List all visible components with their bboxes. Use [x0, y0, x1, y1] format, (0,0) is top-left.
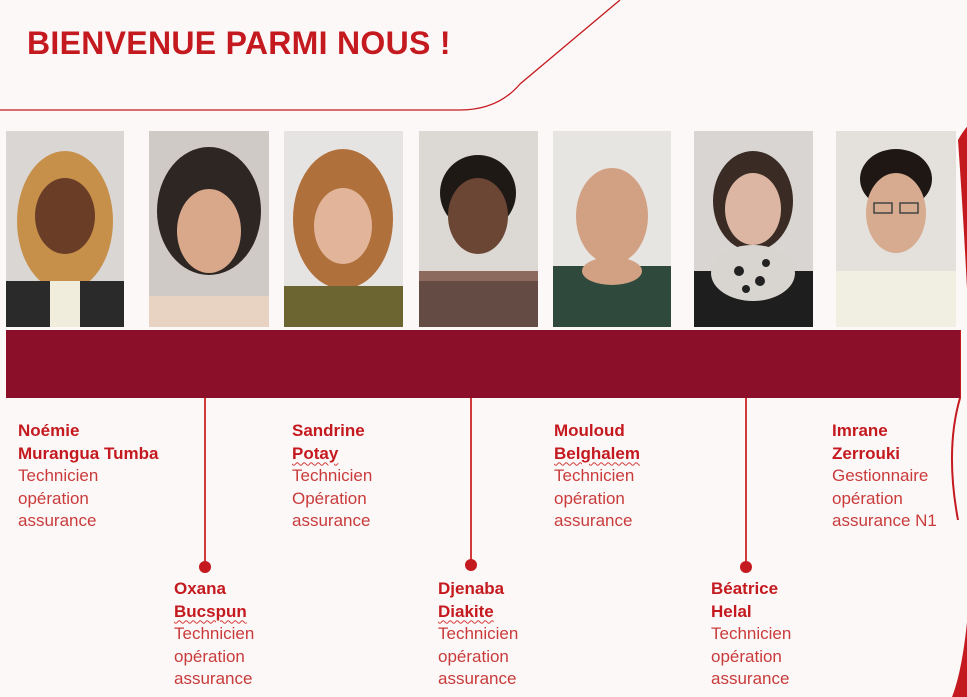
photo-oxana — [149, 131, 269, 327]
person-role: assurance — [292, 511, 371, 530]
person-role: opération — [438, 646, 509, 666]
person-last-name: Bucspun — [174, 601, 247, 621]
person-role: opération — [554, 488, 625, 508]
person-last-name: Zerrouki — [832, 443, 901, 463]
person-card: Oxana Bucspun Technicien opération assur… — [174, 578, 254, 691]
person-role: Opération — [292, 488, 367, 508]
person-role: Gestionnaire — [832, 466, 929, 485]
person-first-name: Djenaba — [438, 579, 505, 598]
photo-noemie — [6, 131, 124, 327]
person-first-name: Oxana — [174, 579, 226, 598]
person-card: Imrane Zerrouki Gestionnaire opération a… — [832, 420, 937, 533]
person-role: Technicien — [292, 466, 373, 485]
page-title: BIENVENUE PARMI NOUS ! — [27, 25, 451, 61]
person-card: Sandrine Potay Technicien Opération assu… — [292, 420, 372, 533]
person-last-name: Potay — [292, 443, 339, 463]
person-role: assurance N1 — [832, 511, 937, 530]
photo-sandrine — [284, 131, 403, 327]
person-role: Technicien — [174, 624, 255, 643]
person-last-name: Belghalem — [554, 443, 640, 463]
person-last-name: Diakite — [438, 601, 494, 621]
person-last-name: Helal — [711, 601, 752, 621]
person-first-name: Béatrice — [711, 579, 779, 598]
person-role: assurance — [174, 669, 253, 688]
person-role: opération — [711, 646, 782, 666]
timeline-dot — [199, 561, 211, 573]
photo-djenaba — [419, 131, 538, 327]
timeline-connector — [745, 398, 747, 565]
person-role: opération — [18, 488, 89, 508]
person-card: Mouloud Belghalem Technicien opération a… — [554, 420, 640, 533]
person-role: opération — [832, 488, 903, 508]
person-first-name: Noémie — [18, 421, 80, 440]
person-first-name: Mouloud — [554, 421, 625, 440]
person-card: Béatrice Helal Technicien opération assu… — [711, 578, 791, 691]
photo-mouloud — [553, 131, 671, 327]
person-role: opération — [174, 646, 245, 666]
person-card: Noémie Murangua Tumba Technicien opérati… — [18, 420, 158, 533]
person-role: assurance — [18, 511, 97, 530]
person-role: Technicien — [554, 466, 635, 485]
person-role: assurance — [438, 669, 517, 688]
person-role: Technicien — [711, 624, 792, 643]
person-last-name: Murangua Tumba — [18, 443, 159, 463]
photo-beatrice — [694, 131, 813, 327]
timeline-dot — [740, 561, 752, 573]
timeline-dot — [465, 559, 477, 571]
person-role: Technicien — [18, 466, 99, 485]
timeline-band — [6, 330, 960, 398]
photo-imrane — [836, 131, 956, 327]
person-first-name: Sandrine — [292, 421, 365, 440]
person-role: assurance — [554, 511, 633, 530]
person-role: assurance — [711, 669, 790, 688]
person-first-name: Imrane — [832, 421, 888, 440]
person-card: Djenaba Diakite Technicien opération ass… — [438, 578, 518, 691]
timeline-connector — [470, 398, 472, 565]
person-role: Technicien — [438, 624, 519, 643]
timeline-connector — [204, 398, 206, 565]
